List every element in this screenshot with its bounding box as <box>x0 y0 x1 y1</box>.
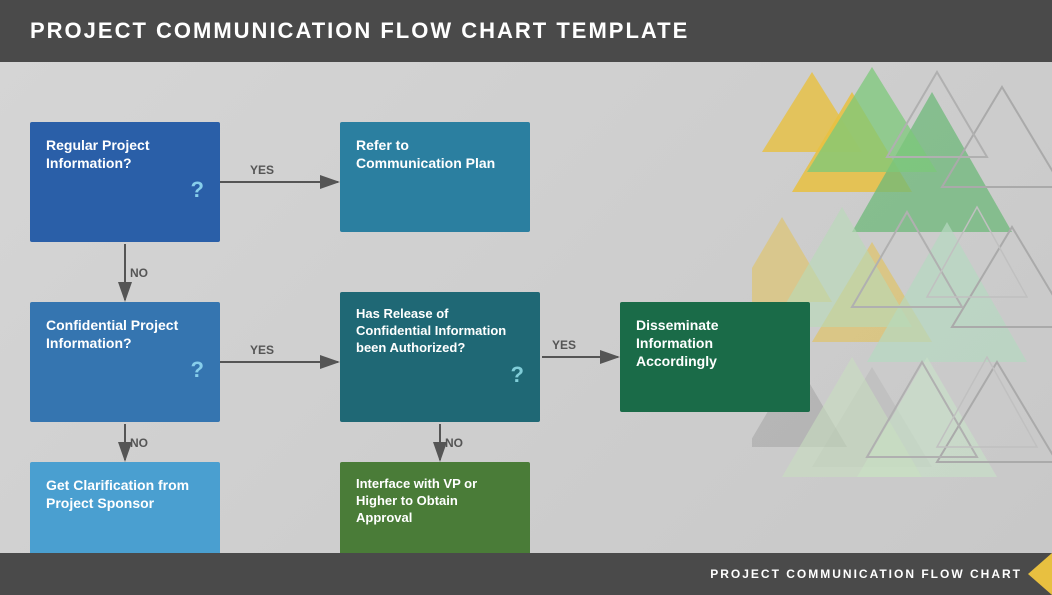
box-get-clarification: Get Clarification from Project Sponsor <box>30 462 220 553</box>
question-mark-3: ? <box>511 361 524 390</box>
box-interface-vp: Interface with VP or Higher to Obtain Ap… <box>340 462 530 553</box>
question-mark-1: ? <box>191 176 204 205</box>
box-refer-communication-text: Refer to Communication Plan <box>356 136 514 172</box>
box-has-release: Has Release of Confidential Information … <box>340 292 540 422</box>
box-interface-vp-text: Interface with VP or Higher to Obtain Ap… <box>356 476 514 527</box>
main-content: YES NO YES NO YES NO Regular Project Inf… <box>0 62 1052 553</box>
box-confidential-project-text: Confidential Project Information? <box>46 316 204 352</box>
box-has-release-text: Has Release of Confidential Information … <box>356 306 524 357</box>
box-refer-communication: Refer to Communication Plan <box>340 122 530 232</box>
box-disseminate-text: Disseminate Information Accordingly <box>636 316 794 371</box>
box-disseminate: Disseminate Information Accordingly <box>620 302 810 412</box>
box-confidential-project: Confidential Project Information? ? <box>30 302 220 422</box>
question-mark-2: ? <box>191 356 204 385</box>
footer-label: PROJECT COMMUNICATION FLOW CHART <box>710 567 1022 581</box>
box-get-clarification-text: Get Clarification from Project Sponsor <box>46 476 204 512</box>
box-regular-project-text: Regular Project Information? <box>46 136 204 172</box>
page-title: PROJECT COMMUNICATION FLOW CHART TEMPLAT… <box>30 18 1022 44</box>
footer-accent <box>1028 553 1052 595</box>
page-footer: PROJECT COMMUNICATION FLOW CHART <box>0 553 1052 595</box>
page-header: PROJECT COMMUNICATION FLOW CHART TEMPLAT… <box>0 0 1052 62</box>
box-regular-project: Regular Project Information? ? <box>30 122 220 242</box>
